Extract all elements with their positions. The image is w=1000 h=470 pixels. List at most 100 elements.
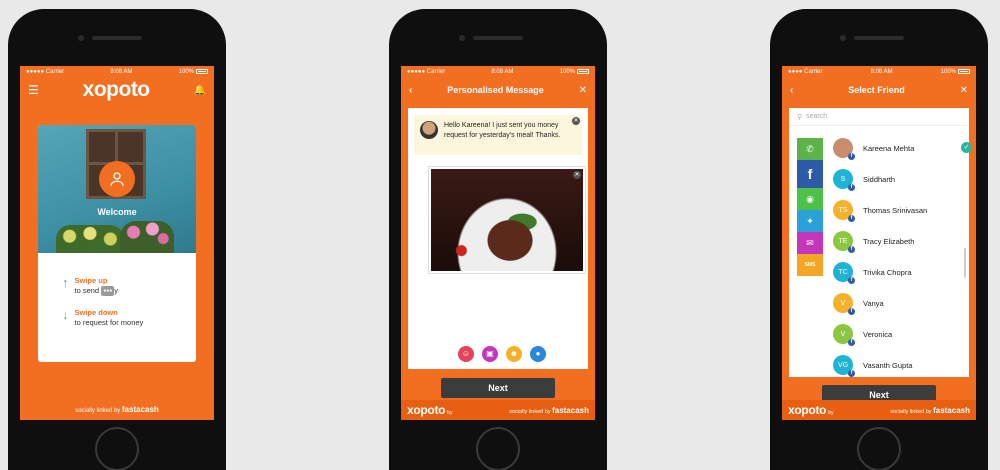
swipe-down-description: to request for money — [74, 318, 144, 327]
menu-icon[interactable]: ☰ — [28, 83, 39, 97]
friend-name: Kareena Mehta — [863, 143, 915, 153]
home-button[interactable] — [476, 427, 520, 470]
battery-indicator: 100% — [941, 68, 970, 75]
friend-row[interactable]: TC Trivika Chopra — [833, 262, 912, 284]
arrow-up-icon: ↑ — [62, 275, 69, 290]
message-text: Hello Kareena! I just sent you money req… — [444, 122, 561, 139]
flowers-left — [56, 225, 124, 253]
status-bar: ●●●●● Carrier 8:08 AM 100% — [401, 66, 595, 78]
status-time: 8:08 AM — [110, 69, 133, 75]
friend-name: Tracy Elizabeth — [863, 236, 915, 246]
welcome-heading: Welcome — [97, 207, 137, 217]
swipe-up-description: to send ●●● y — [74, 286, 119, 297]
status-time: 8:08 AM — [870, 69, 893, 75]
app-logo: xopoto — [82, 78, 150, 101]
sender-avatar — [420, 121, 438, 139]
bell-icon[interactable]: 🔔 — [194, 85, 206, 96]
steak-image — [431, 169, 583, 271]
status-bar: ●●●●● Carrier 8:08 AM 100% — [20, 66, 214, 78]
email-icon[interactable]: ✉ — [797, 232, 823, 254]
next-button[interactable]: Next — [441, 378, 555, 398]
search-icon: ⚲ — [797, 113, 803, 121]
user-avatar[interactable] — [99, 161, 135, 197]
remove-photo-icon[interactable]: ✕ — [573, 171, 581, 179]
close-icon[interactable]: ✕ — [579, 85, 587, 96]
friend-avatar — [833, 138, 855, 160]
share-channels: ✆ f ◉ ✦ ✉ SMS — [797, 138, 823, 276]
footer-credit: socially linked by fastacash — [890, 405, 970, 415]
welcome-screen: ●●●●● Carrier 8:08 AM 100% ☰ xopoto 🔔 We… — [20, 66, 214, 420]
status-bar: ●●●● Carrier 8:08 AM 100% — [782, 66, 976, 78]
close-icon[interactable]: ✕ — [960, 85, 968, 96]
swipe-down-hint: ↓ Swipe down to request for money — [62, 308, 143, 328]
home-button[interactable] — [857, 427, 901, 470]
friend-name: Vanya — [863, 298, 884, 308]
friend-avatar: TC — [833, 262, 855, 284]
battery-icon — [577, 68, 589, 74]
footer-credit: socially linked by fastacash — [75, 405, 159, 414]
friend-avatar: TE — [833, 231, 855, 253]
back-icon[interactable]: ‹ — [790, 85, 793, 96]
remove-message-icon[interactable]: ✕ — [572, 117, 580, 125]
front-camera — [840, 35, 846, 41]
arrow-down-icon: ↓ — [62, 307, 69, 322]
friend-row[interactable]: S Siddharth — [833, 169, 895, 191]
friend-row[interactable]: V Veronica — [833, 324, 892, 346]
brand-chip-icon: ●●● — [101, 286, 115, 297]
speaker — [92, 36, 142, 40]
user-icon — [110, 172, 124, 186]
message-bubble[interactable]: Hello Kareena! I just sent you money req… — [414, 115, 582, 155]
facebook-icon[interactable]: f — [797, 160, 823, 188]
whatsapp-icon[interactable]: ✆ — [797, 138, 823, 160]
message-area: Hello Kareena! I just sent you money req… — [408, 108, 588, 369]
search-input[interactable]: ⚲ search — [789, 108, 969, 126]
wechat-icon[interactable]: ◉ — [797, 188, 823, 210]
twitter-icon[interactable]: ✦ — [797, 210, 823, 232]
front-camera — [78, 35, 84, 41]
select-friend-screen: ●●●● Carrier 8:08 AM 100% ‹ Select Frien… — [782, 66, 976, 420]
friend-row[interactable]: V Vanya — [833, 293, 884, 315]
carrier-label: ●●●●● Carrier — [26, 69, 65, 75]
home-button[interactable] — [95, 427, 139, 470]
friend-row[interactable]: TS Thomas Srinivasan — [833, 200, 928, 222]
friend-name: Thomas Srinivasan — [863, 205, 928, 215]
phone-select-friend: ●●●● Carrier 8:08 AM 100% ‹ Select Frien… — [770, 9, 988, 470]
phone-personalised-message: ●●●●● Carrier 8:08 AM 100% ‹ Personalise… — [389, 9, 607, 470]
sms-icon[interactable]: SMS — [797, 254, 823, 276]
top-bar: ‹ Personalised Message ✕ — [401, 78, 595, 102]
top-bar: ☰ xopoto 🔔 — [20, 78, 214, 102]
friend-name: Trivika Chopra — [863, 267, 912, 277]
sticker-icon[interactable]: ☺ — [458, 346, 474, 362]
friend-row[interactable]: VG Vasanth Gupta — [833, 355, 913, 377]
welcome-card: Welcome ↑ Swipe up to send ●●● y ↓ Swipe … — [38, 125, 196, 362]
friend-name: Vasanth Gupta — [863, 360, 913, 370]
battery-icon — [958, 68, 970, 74]
welcome-hero-image: Welcome — [38, 125, 196, 253]
microphone-icon[interactable]: ● — [530, 346, 546, 362]
selected-check-icon: ✓ — [961, 142, 972, 153]
carrier-label: ●●●●● Carrier — [407, 69, 446, 75]
top-bar: ‹ Select Friend ✕ — [782, 78, 976, 102]
carrier-label: ●●●● Carrier — [788, 69, 823, 75]
friend-row[interactable]: Kareena Mehta — [833, 138, 915, 160]
attached-photo[interactable]: ✕ — [428, 166, 586, 274]
emoji-icon[interactable]: ☻ — [506, 346, 522, 362]
battery-icon — [196, 68, 208, 74]
friend-avatar: TS — [833, 200, 855, 222]
camera-icon[interactable]: ▣ — [482, 346, 498, 362]
battery-indicator: 100% — [560, 68, 589, 75]
footer-credit: socially linked by fastacash — [509, 405, 589, 415]
screen-title: Select Friend — [848, 85, 905, 95]
message-screen: ●●●●● Carrier 8:08 AM 100% ‹ Personalise… — [401, 66, 595, 420]
front-camera — [459, 35, 465, 41]
phone-welcome: ●●●●● Carrier 8:08 AM 100% ☰ xopoto 🔔 We… — [8, 9, 226, 470]
friend-avatar: V — [833, 293, 855, 315]
friend-avatar: S — [833, 169, 855, 191]
friend-avatar: V — [833, 324, 855, 346]
list-scrollbar[interactable] — [964, 248, 966, 278]
friend-panel: ⚲ search ✆ f ◉ ✦ ✉ SMS Kareena Mehta ✓ S… — [789, 108, 972, 377]
back-icon[interactable]: ‹ — [409, 85, 412, 96]
footer-bar: xopoto by socially linked by fastacash — [401, 400, 595, 420]
friend-row[interactable]: TE Tracy Elizabeth — [833, 231, 915, 253]
footer-bar: xopoto by socially linked by fastacash — [782, 400, 976, 420]
